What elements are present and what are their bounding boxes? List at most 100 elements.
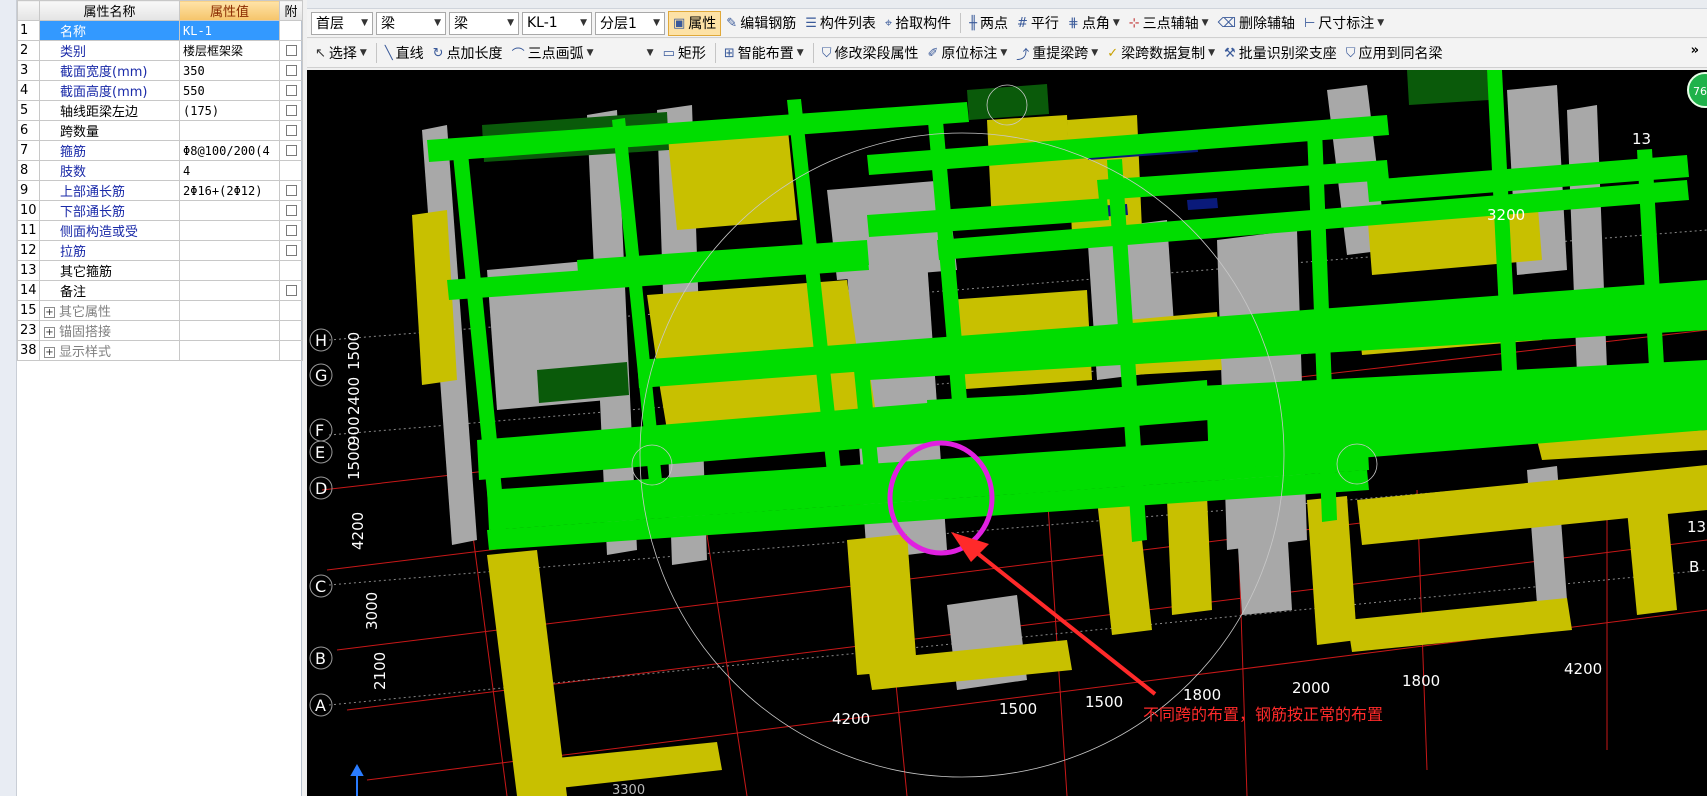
component-select-value: KL-1 [527,15,558,31]
property-value-input[interactable]: KL-1 [179,20,280,41]
property-group-label[interactable]: + 其它属性 [39,300,180,321]
delete-axis-button[interactable]: ⌫ 删除辅轴 [1214,11,1299,36]
property-group-label[interactable]: + 锚固搭接 [39,320,180,341]
row-checkbox-cell[interactable] [279,180,303,201]
property-value-input[interactable]: (175) [179,100,280,121]
property-row-axis-offset[interactable]: 5 轴线距梁左边 (175) [17,100,303,121]
property-value-input[interactable] [179,280,280,301]
pick-component-button[interactable]: ⌖ 拾取构件 [881,11,955,36]
header-property-value[interactable]: 属性值 [179,0,280,21]
property-value-input[interactable]: 楼层框架梁 [179,40,280,61]
property-group-other[interactable]: 15 + 其它属性 [17,300,303,321]
expand-plus-icon[interactable]: + [44,327,55,338]
property-value-input[interactable] [179,220,280,241]
header-extra[interactable]: 附 [279,0,303,21]
row-checkbox-cell[interactable] [279,60,303,81]
property-checkbox[interactable] [285,45,297,56]
property-row-category[interactable]: 2 类别 楼层框架梁 [17,40,303,61]
property-value-input[interactable] [179,120,280,141]
property-group-anchor[interactable]: 23 + 锚固搭接 [17,320,303,341]
property-row-name[interactable]: 1 名称 KL-1 [17,20,303,41]
property-label: 肢数 [39,160,180,181]
header-property-name[interactable]: 属性名称 [39,0,180,21]
property-row-other-stirrup[interactable]: 13 其它箍筋 [17,260,303,281]
line-label: 直线 [395,46,424,62]
two-points-button[interactable]: ╫ 两点 [965,11,1012,36]
property-value-input[interactable]: Φ8@100/200(4 [179,140,280,161]
row-checkbox-cell[interactable] [279,120,303,141]
left-dock-strip [0,0,17,796]
property-label: 名称 [39,20,180,41]
property-value-input[interactable] [179,260,280,281]
property-row-tie-bar[interactable]: 12 拉筋 [17,240,303,261]
modify-span-button[interactable]: ⛉ 修改梁段属性 [818,41,923,66]
property-row-width[interactable]: 3 截面宽度(mm) 350 [17,60,303,81]
select-button[interactable]: ↖ 选择 ▼ [311,41,371,66]
row-checkbox-cell[interactable] [279,280,303,301]
row-checkbox-cell[interactable] [279,200,303,221]
property-value-input[interactable] [179,240,280,261]
span-copy-button[interactable]: ✓ 梁跨数据复制 ▼ [1103,41,1219,66]
row-checkbox-cell[interactable] [279,80,303,101]
chevron-down-icon: ▼ [1377,18,1385,28]
batch-identify-button[interactable]: ⚒ 批量识别梁支座 [1220,41,1341,66]
row-checkbox-cell[interactable] [279,40,303,61]
property-value-input[interactable] [179,200,280,221]
property-checkbox[interactable] [285,225,297,236]
expand-plus-icon[interactable]: + [44,347,55,358]
re-extract-span-button[interactable]: ⤴ 重提梁跨 ▼ [1012,41,1102,66]
original-mark-button[interactable]: ✐ 原位标注 ▼ [923,41,1011,66]
property-value-input[interactable]: 2Φ16+(2Φ12) [179,180,280,201]
property-checkbox[interactable] [285,125,297,136]
property-row-legs[interactable]: 8 肢数 4 [17,160,303,181]
three-point-arc-button[interactable]: ⌒ 三点画弧 ▼ ▼ [508,41,658,66]
property-value-input[interactable]: 4 [179,160,280,181]
component-list-button[interactable]: ☰ 构件列表 [801,11,880,36]
property-checkbox[interactable] [285,245,297,256]
property-row-height[interactable]: 4 截面高度(mm) 550 [17,80,303,101]
point-angle-button[interactable]: ⋕ 点角 ▼ [1064,11,1124,36]
bottom-dim-partial: 3300 [612,783,645,796]
toolbar-overflow-icon[interactable]: » [1691,43,1699,58]
floor-select[interactable]: 首层 ▼ [311,11,373,35]
property-value-input[interactable]: 350 [179,60,280,81]
property-checkbox[interactable] [285,285,297,296]
property-group-display[interactable]: 38 + 显示样式 [17,340,303,361]
property-row-top-rebar[interactable]: 9 上部通长筋 2Φ16+(2Φ12) [17,180,303,201]
row-checkbox-cell[interactable] [279,140,303,161]
property-checkbox[interactable] [285,65,297,76]
three-point-axis-button[interactable]: ⊹ 三点辅轴 ▼ [1125,11,1213,36]
parallel-button[interactable]: # 平行 [1013,11,1063,36]
edit-rebar-button[interactable]: ✎ 编辑钢筋 [722,11,800,36]
property-row-bottom-rebar[interactable]: 10 下部通长筋 [17,200,303,221]
property-button[interactable]: ▣ 属性 [668,10,722,36]
property-group-label[interactable]: + 显示样式 [39,340,180,361]
property-checkbox[interactable] [285,185,297,196]
row-checkbox-cell[interactable] [279,240,303,261]
3d-viewport[interactable]: H G F E D C B A 1500 2400 900 1500 4200 … [307,70,1707,796]
row-checkbox-cell[interactable] [279,100,303,121]
property-checkbox[interactable] [285,145,297,156]
property-label: 跨数量 [39,120,180,141]
expand-plus-icon[interactable]: + [44,307,55,318]
property-checkbox[interactable] [285,205,297,216]
apply-same-name-button[interactable]: ⛉ 应用到同名梁 [1342,41,1447,66]
rect-button[interactable]: ▭ 矩形 [659,41,710,66]
dimension-button[interactable]: ⊢ 尺寸标注 ▼ [1300,11,1388,36]
property-row-remark[interactable]: 14 备注 [17,280,303,301]
property-checkbox[interactable] [285,105,297,116]
property-value-input[interactable]: 550 [179,80,280,101]
property-row-side-rebar[interactable]: 11 侧面构造或受 [17,220,303,241]
property-row-stirrup[interactable]: 7 箍筋 Φ8@100/200(4 [17,140,303,161]
right-label-1: 13 [1632,130,1651,148]
component-select[interactable]: KL-1 ▼ [522,11,592,35]
category-select[interactable]: 梁 ▼ [376,11,446,35]
smart-layout-button[interactable]: ⊞ 智能布置 ▼ [720,41,808,66]
layer-select[interactable]: 分层1 ▼ [595,11,665,35]
property-checkbox[interactable] [285,85,297,96]
line-button[interactable]: ╲ 直线 [381,41,428,66]
point-length-button[interactable]: ↻ 点加长度 [429,41,507,66]
property-row-span-count[interactable]: 6 跨数量 [17,120,303,141]
type-select[interactable]: 梁 ▼ [449,11,519,35]
row-checkbox-cell[interactable] [279,220,303,241]
